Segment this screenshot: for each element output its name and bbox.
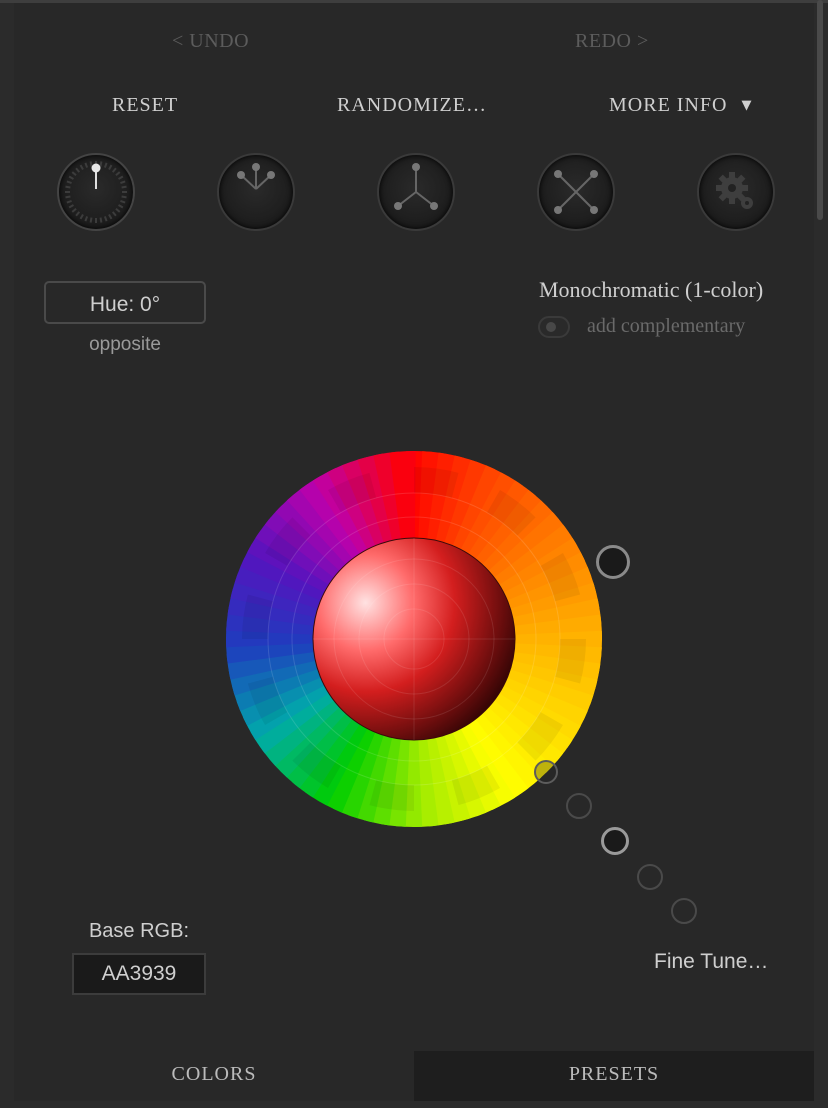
base-rgb-label: Base RGB: (88, 920, 190, 942)
scheme-mono-knob[interactable] (57, 153, 135, 231)
reset-button[interactable]: RESET (112, 94, 178, 117)
hue-field[interactable]: Hue: 0° (44, 281, 206, 324)
complementary-knob-icon (237, 163, 275, 190)
randomize-button[interactable]: RANDOMIZE… (337, 94, 487, 117)
scheme-name: Monochromatic (1-color) (539, 277, 764, 302)
base-rgb-input[interactable]: AA3939 (72, 953, 206, 995)
redo-link[interactable]: REDO > (575, 30, 649, 53)
fine-tune-link[interactable]: Fine Tune… (654, 950, 768, 974)
more-info-label: MORE INFO (609, 94, 728, 116)
tab-colors[interactable]: COLORS (14, 1051, 414, 1101)
scheme-triad-knob[interactable] (377, 153, 455, 231)
scheme-custom-knob[interactable] (697, 153, 775, 231)
shade-handle-1[interactable] (534, 760, 558, 784)
shade-handle-base[interactable] (601, 827, 629, 855)
tetrad-knob-icon (554, 170, 598, 214)
hue-handle[interactable] (596, 545, 630, 579)
scrollbar[interactable] (817, 0, 823, 220)
complementary-toggle[interactable] (538, 316, 570, 338)
triad-knob-icon (394, 163, 438, 210)
shade-handle-4[interactable] (637, 864, 663, 890)
gear-knob-icon (716, 172, 753, 209)
scheme-tetrad-knob[interactable] (537, 153, 615, 231)
dropdown-arrow-icon: ▼ (741, 98, 753, 113)
more-info-button[interactable]: MORE INFO ▼ (609, 94, 752, 117)
tab-presets[interactable]: PRESETS (414, 1051, 814, 1101)
toggle-knob (546, 322, 556, 332)
mono-knob-icon (65, 161, 127, 223)
shade-handle-5[interactable] (671, 898, 697, 924)
shade-handle-2[interactable] (566, 793, 592, 819)
scheme-complementary-knob[interactable] (217, 153, 295, 231)
opposite-link[interactable]: opposite (44, 334, 206, 356)
undo-link[interactable]: < UNDO (172, 30, 249, 53)
complementary-label: add complementary (587, 315, 746, 337)
